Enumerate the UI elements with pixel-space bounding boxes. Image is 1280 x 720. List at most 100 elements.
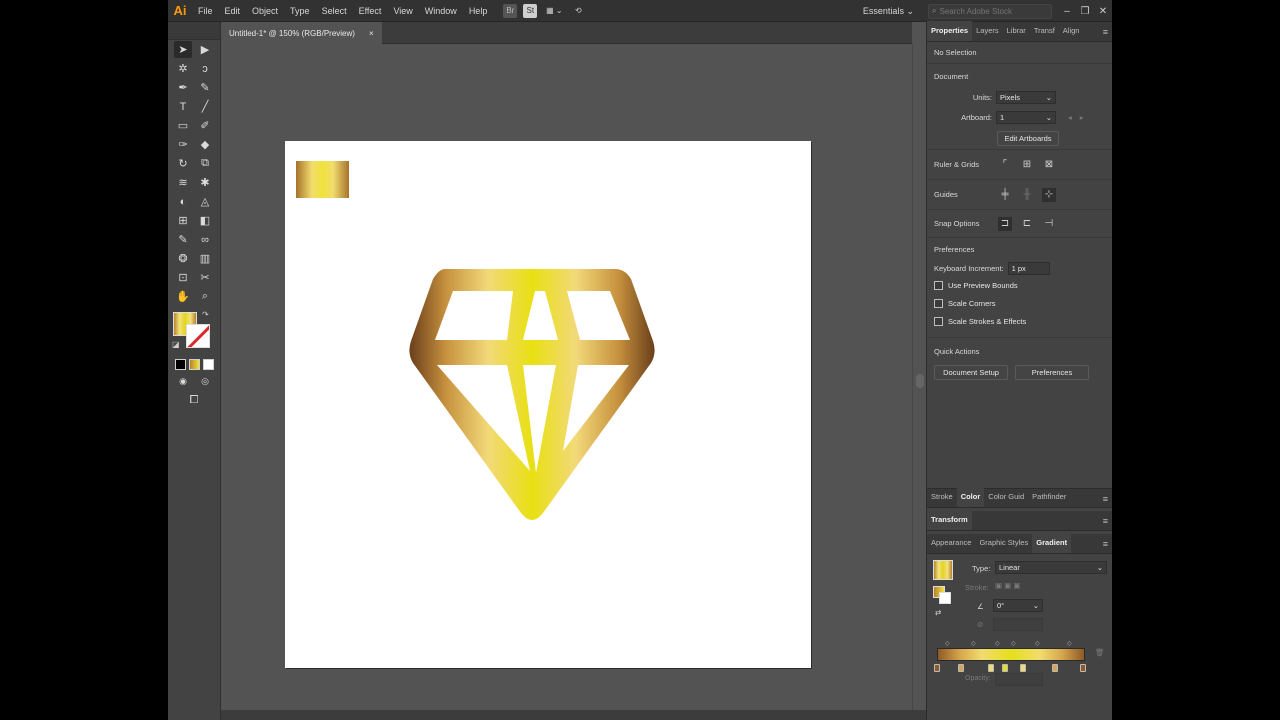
menu-type[interactable]: Type [284,6,316,16]
gradient-ramp[interactable] [937,648,1085,661]
use-preview-bounds-checkbox[interactable]: Use Preview Bounds [934,276,1105,294]
close-tab-icon[interactable]: × [369,29,374,38]
color-mode-button[interactable] [174,358,186,370]
zoom-tool-icon[interactable]: ⌕ [196,288,214,305]
gradient-stop[interactable] [1080,664,1086,672]
gradient-stop[interactable] [988,664,994,672]
midpoint-marker[interactable]: ◇ [995,640,1000,647]
menu-select[interactable]: Select [316,6,353,16]
reverse-gradient-icon[interactable]: ⇄ [935,608,941,617]
scroll-thumb[interactable] [916,374,924,388]
column-graph-tool-icon[interactable]: ▥ [196,250,214,267]
smart-guides-icon[interactable]: ⊹ [1042,187,1056,202]
artboard-tool-icon[interactable]: ⊡ [174,269,192,286]
grid-icon[interactable]: ⊞ [1020,158,1034,172]
panel-menu-icon[interactable]: ≡ [1103,27,1108,37]
scale-corners-checkbox[interactable]: Scale Corners [934,294,1105,312]
shaper-tool-icon[interactable]: ✑ [174,136,192,153]
gradient-type-dropdown[interactable]: Linear ⌄ [995,561,1107,574]
snap-to-grid-icon[interactable]: ⊏ [1020,217,1034,231]
tab-pathfinder[interactable]: Pathfinder [1028,487,1070,507]
document-setup-button[interactable]: Document Setup [934,364,1008,380]
tab-transform-panel[interactable]: Transform [927,510,972,530]
panel-menu-icon[interactable]: ≡ [1103,539,1108,549]
snap-to-point-icon[interactable]: ⊐ [998,216,1012,231]
tab-gradient[interactable]: Gradient [1032,533,1072,553]
selection-tool-icon[interactable]: ➤ [174,41,192,58]
gradient-mode-button[interactable] [188,358,200,370]
gradient-stop[interactable] [958,664,964,672]
draw-normal-icon[interactable]: ◉ [174,373,192,390]
artboard[interactable] [285,141,811,668]
rectangle-tool-icon[interactable]: ▭ [174,117,192,134]
restore-icon[interactable]: ❐ [1076,6,1094,17]
gradient-stop[interactable] [1002,664,1008,672]
puppet-warp-tool-icon[interactable]: ✱ [196,174,214,191]
stock-button[interactable]: St [523,3,538,18]
screen-mode-icon[interactable]: ⧠ [185,392,203,409]
gradient-angle-field[interactable]: 0° ⌄ [993,599,1043,612]
menu-view[interactable]: View [387,6,418,16]
tab-layers[interactable]: Layers [972,21,1003,41]
tab-libraries[interactable]: Librar [1003,21,1030,41]
next-artboard-icon[interactable]: ▸ [1080,113,1084,122]
gradient-stop[interactable] [1052,664,1058,672]
menu-edit[interactable]: Edit [219,6,247,16]
scale-strokes-effects-checkbox[interactable]: Scale Strokes & Effects [934,312,1105,330]
preferences-button[interactable]: Preferences [1015,364,1089,380]
eraser-tool-icon[interactable]: ◆ [196,136,214,153]
width-tool-icon[interactable]: ≋ [174,174,192,191]
tab-graphic-styles[interactable]: Graphic Styles [975,533,1032,553]
symbol-sprayer-tool-icon[interactable]: ❂ [174,250,192,267]
gradient-preview-swatch[interactable] [933,560,953,580]
stroke-swatch[interactable] [186,324,210,348]
swap-fill-stroke-icon[interactable]: ↷ [202,310,209,319]
perspective-grid-tool-icon[interactable]: ◬ [196,193,214,210]
edit-artboards-button[interactable]: Edit Artboards [997,130,1059,146]
gpu-performance-icon[interactable]: ⟲ [571,4,585,18]
midpoint-marker[interactable]: ◇ [1067,640,1072,647]
midpoint-marker[interactable]: ◇ [945,640,950,647]
units-dropdown[interactable]: Pixels ⌄ [996,90,1056,104]
line-tool-icon[interactable]: ╱ [196,98,214,115]
lock-guides-icon[interactable]: ╫ [1020,188,1034,202]
keyboard-increment-field[interactable]: 1 px [1007,261,1050,275]
tab-appearance[interactable]: Appearance [927,533,975,553]
draw-behind-icon[interactable]: ◎ [196,373,214,390]
minimize-icon[interactable]: – [1058,6,1076,17]
show-guides-icon[interactable]: ╪ [998,188,1012,202]
midpoint-marker[interactable]: ◇ [971,640,976,647]
blend-tool-icon[interactable]: ∞ [196,231,214,248]
eyedropper-tool-icon[interactable]: ✎ [174,231,192,248]
tab-color[interactable]: Color [956,487,985,507]
delete-stop-icon[interactable]: 🗑 [1095,648,1105,657]
curvature-tool-icon[interactable]: ✎ [196,79,214,96]
none-mode-button[interactable] [202,358,214,370]
workspace-switcher[interactable]: Essentials ⌄ [863,6,914,17]
pen-tool-icon[interactable]: ✒ [174,79,192,96]
slice-tool-icon[interactable]: ✂ [196,269,214,286]
arrange-documents-icon[interactable]: ▦ ⌄ [543,4,565,18]
rotate-tool-icon[interactable]: ↻ [174,155,192,172]
stock-search-box[interactable]: ⌕ [928,3,1052,19]
lasso-tool-icon[interactable]: ↄ [196,60,214,77]
menu-object[interactable]: Object [246,6,284,16]
magic-wand-tool-icon[interactable]: ✲ [174,60,192,77]
close-window-icon[interactable]: ✕ [1094,6,1112,17]
gradient-tool-icon[interactable]: ◧ [196,212,214,229]
type-tool-icon[interactable]: T [174,98,192,115]
tab-align[interactable]: Align [1059,21,1084,41]
shape-builder-tool-icon[interactable]: ◐ [174,193,192,210]
gold-diamond-artwork[interactable] [285,141,811,668]
tab-color-guide[interactable]: Color Guid [984,487,1028,507]
canvas-area[interactable] [221,44,912,710]
mesh-tool-icon[interactable]: ⊞ [174,212,192,229]
menu-effect[interactable]: Effect [353,6,388,16]
panel-menu-icon[interactable]: ≡ [1103,494,1108,504]
vertical-scrollbar[interactable] [912,44,926,710]
menu-file[interactable]: File [192,6,219,16]
ruler-icon[interactable]: ⌜ [998,158,1012,172]
transparency-grid-icon[interactable]: ⊠ [1042,158,1056,172]
midpoint-marker[interactable]: ◇ [1035,640,1040,647]
gradient-stop[interactable] [934,664,940,672]
